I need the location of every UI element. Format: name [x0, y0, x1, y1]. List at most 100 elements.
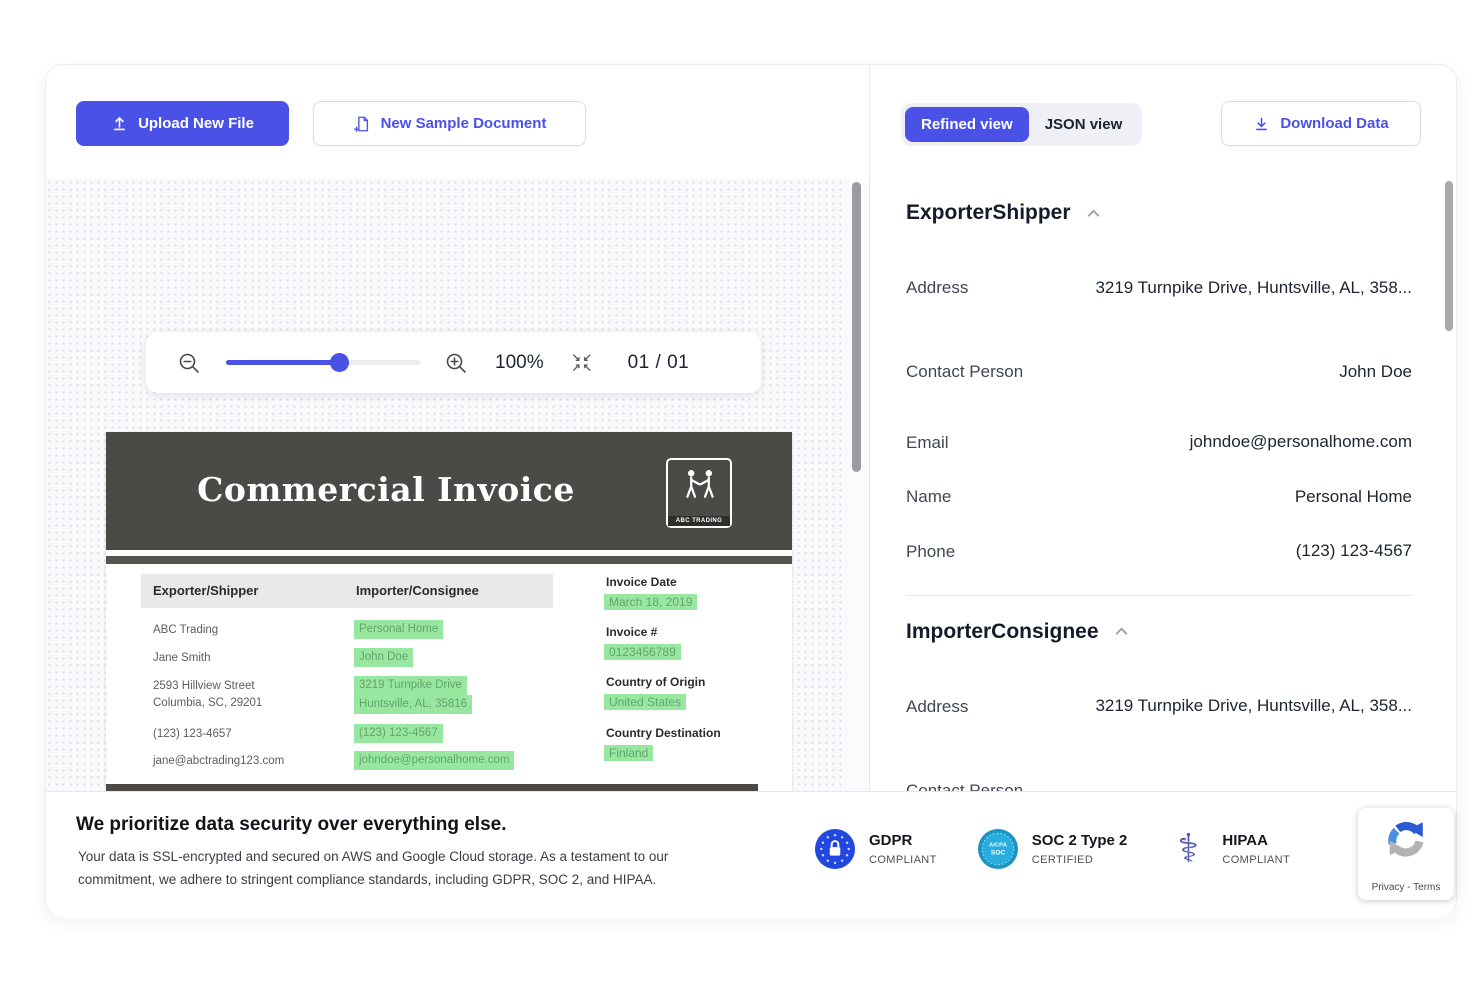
badge-name: SOC 2 Type 2: [1032, 832, 1128, 849]
recaptcha-label: Privacy - Terms: [1372, 882, 1441, 893]
recaptcha-badge[interactable]: Privacy - Terms: [1358, 808, 1454, 900]
new-document-icon: [353, 115, 371, 133]
field-value: 3219 Turnpike Drive, Huntsville, AL, 358…: [1095, 691, 1412, 722]
view-mode-switch: Refined view JSON view: [901, 103, 1142, 146]
section-title-text: ExporterShipper: [906, 201, 1071, 225]
importer-email-highlight[interactable]: johndoe@personalhome.com: [354, 751, 514, 770]
field-label: Contact Person: [906, 358, 1026, 385]
invoice-date-label: Invoice Date: [606, 575, 677, 589]
field-row: Name Personal Home: [906, 482, 1412, 513]
exporter-company: ABC Trading: [153, 622, 218, 639]
soc2-badge: AICPA SOC SOC 2 Type 2 CERTIFIED: [977, 828, 1128, 870]
tab-refined-view[interactable]: Refined view: [905, 107, 1029, 142]
badge-name: GDPR: [869, 832, 937, 849]
viewer-scrollbar-track: [847, 179, 869, 791]
field-row: Address 3219 Turnpike Drive, Huntsville,…: [906, 678, 1412, 736]
importer-address-highlight[interactable]: 3219 Turnpike Drive Huntsville, AL, 3581…: [354, 676, 472, 714]
sample-button-label: New Sample Document: [381, 115, 547, 132]
compliance-badges: GDPR COMPLIANT AICPA SOC SOC 2 Type 2: [814, 828, 1290, 870]
gdpr-badge: GDPR COMPLIANT: [814, 828, 937, 870]
field-row: Contact Person John Doe: [906, 343, 1412, 401]
zoom-slider-thumb[interactable]: [330, 353, 349, 372]
field-label: Phone: [906, 538, 1026, 565]
section-exporter-shipper: ExporterShipper: [906, 201, 1412, 225]
svg-text:SOC: SOC: [991, 850, 1006, 857]
data-panel-scrollbar-thumb[interactable]: [1445, 181, 1453, 331]
field-row: Address 3219 Turnpike Drive, Huntsville,…: [906, 259, 1412, 317]
field-row: Contact Person: [906, 762, 1412, 791]
importer-company-highlight[interactable]: Personal Home: [354, 620, 443, 639]
items-products-bar: Items/Products: [106, 784, 758, 791]
invoice-divider-band: [106, 556, 792, 564]
field-label: Email: [906, 429, 1026, 456]
new-sample-document-button[interactable]: New Sample Document: [313, 101, 586, 146]
section-importer-consignee: ImporterConsignee: [906, 620, 1412, 644]
country-origin-label: Country of Origin: [606, 675, 705, 689]
country-destination-label: Country Destination: [606, 726, 721, 740]
main-card: Upload New File New Sample Document Refi…: [45, 64, 1457, 918]
viewer-zoom-toolbar: 100% ↘↙↗↖ 01 / 01: [146, 332, 761, 393]
invoice-column-headers: Exporter/Shipper Importer/Consignee: [141, 574, 553, 608]
caduceus-icon: ⚕: [1167, 828, 1209, 870]
zoom-in-icon[interactable]: [443, 350, 469, 376]
viewer-scrollbar-thumb[interactable]: [852, 182, 861, 472]
download-icon: [1253, 115, 1270, 132]
zoom-slider[interactable]: [226, 360, 421, 365]
invoice-date-value[interactable]: March 18, 2019: [604, 594, 697, 610]
handshake-people-icon: [678, 466, 722, 504]
upload-new-file-button[interactable]: Upload New File: [76, 101, 289, 146]
security-banner-title: We prioritize data security over everyth…: [76, 814, 506, 836]
field-value: 3219 Turnpike Drive, Huntsville, AL, 358…: [1095, 273, 1412, 304]
abc-trading-logo: ABC TRADING: [666, 458, 732, 528]
exporter-email: jane@abctrading123.com: [153, 753, 284, 770]
chevron-up-icon[interactable]: [1085, 205, 1102, 222]
download-button-label: Download Data: [1280, 115, 1388, 132]
badge-status: CERTIFIED: [1032, 854, 1128, 866]
exporter-header: Exporter/Shipper: [153, 583, 258, 598]
download-data-button[interactable]: Download Data: [1221, 101, 1421, 146]
invoice-number-value[interactable]: 0123456789: [604, 644, 681, 660]
section-title-text: ImporterConsignee: [906, 620, 1099, 644]
field-value: (123) 123-4567: [1296, 536, 1412, 567]
field-label: Contact Person: [906, 777, 1026, 791]
upload-icon: [111, 115, 128, 132]
section-divider: [906, 595, 1412, 596]
security-banner-body: Your data is SSL-encrypted and secured o…: [78, 846, 738, 892]
extracted-data-panel: ExporterShipper Address 3219 Turnpike Dr…: [870, 179, 1456, 791]
tab-json-view[interactable]: JSON view: [1029, 107, 1139, 142]
document-viewer: Commercial Invoice ABC TRADING Exporter/…: [46, 179, 869, 791]
field-label: Address: [906, 693, 1026, 720]
importer-contact-highlight[interactable]: John Doe: [354, 648, 413, 667]
exporter-address: 2593 Hillview StreetColumbia, SC, 29201: [153, 678, 262, 712]
badge-status: COMPLIANT: [869, 854, 937, 866]
fit-screen-icon[interactable]: ↘↙↗↖: [572, 353, 594, 373]
page-indicator: 01 / 01: [628, 352, 690, 374]
hipaa-badge: ⚕ HIPAA COMPLIANT: [1167, 828, 1290, 870]
importer-phone-highlight[interactable]: (123) 123-4567: [354, 724, 443, 743]
svg-text:AICPA: AICPA: [989, 843, 1008, 849]
field-value: Personal Home: [1295, 482, 1412, 513]
field-value: John Doe: [1339, 357, 1412, 388]
exporter-contact: Jane Smith: [153, 650, 211, 667]
field-row: Phone (123) 123-4567: [906, 536, 1412, 567]
importer-header: Importer/Consignee: [356, 583, 479, 598]
badge-status: COMPLIANT: [1222, 854, 1290, 866]
country-destination-value[interactable]: Finland: [604, 745, 653, 761]
zoom-out-icon[interactable]: [176, 350, 202, 376]
country-origin-value[interactable]: United States: [604, 694, 686, 710]
field-label: Name: [906, 483, 1026, 510]
security-banner: We prioritize data security over everyth…: [46, 791, 1456, 918]
field-row: Email johndoe@personalhome.com: [906, 427, 1412, 458]
field-label: Address: [906, 274, 1026, 301]
invoice-number-label: Invoice #: [606, 625, 657, 639]
invoice-header-bar: Commercial Invoice ABC TRADING: [106, 432, 792, 550]
recaptcha-icon: [1383, 816, 1429, 862]
field-value: johndoe@personalhome.com: [1190, 427, 1412, 458]
invoice-document: Commercial Invoice ABC TRADING Exporter/…: [106, 432, 792, 791]
soc2-seal-icon: AICPA SOC: [977, 828, 1019, 870]
chevron-up-icon[interactable]: [1113, 623, 1130, 640]
invoice-title: Commercial Invoice: [106, 470, 666, 509]
upload-button-label: Upload New File: [138, 115, 254, 132]
badge-name: HIPAA: [1222, 832, 1290, 849]
zoom-level-label: 100%: [495, 352, 544, 374]
